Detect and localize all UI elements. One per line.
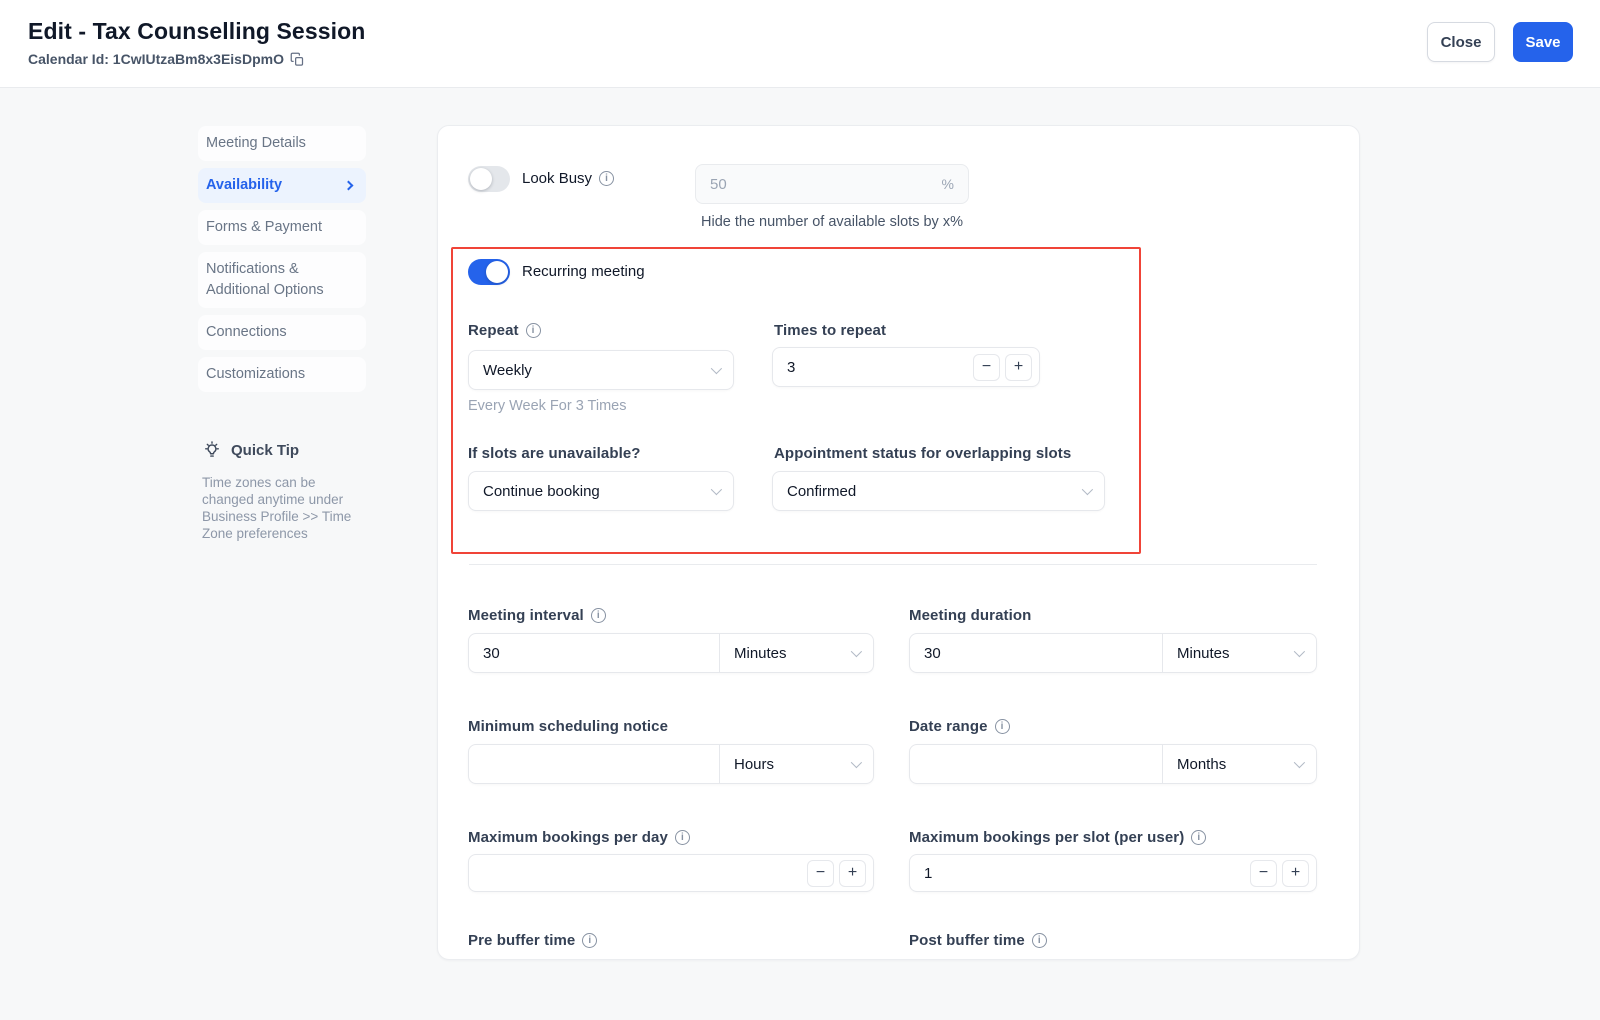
decrement-button[interactable]: − (807, 860, 834, 887)
max-per-day-label: Maximum bookings per day (468, 829, 690, 846)
info-icon[interactable] (1191, 830, 1206, 845)
overlap-status-select[interactable]: Confirmed (772, 471, 1105, 511)
chevron-down-icon (711, 484, 722, 495)
post-buffer-label: Post buffer time (909, 932, 1047, 949)
slots-unavailable-label: If slots are unavailable? (468, 445, 641, 462)
date-range-group: Months (909, 744, 1317, 784)
max-per-day-stepper: − + (468, 854, 874, 892)
calendar-id-text: Calendar Id: 1CwIUtzaBm8x3EisDpmO (28, 51, 284, 67)
sidebar-item-meeting-details[interactable]: Meeting Details (198, 126, 366, 161)
info-icon[interactable] (526, 323, 541, 338)
settings-sidebar: Meeting Details Availability Forms & Pay… (198, 126, 366, 542)
sidebar-item-notifications[interactable]: Notifications & Additional Options (198, 252, 366, 308)
close-button[interactable]: Close (1427, 22, 1495, 62)
look-busy-label: Look Busy (522, 170, 614, 187)
page-header: Edit - Tax Counselling Session Calendar … (0, 0, 1600, 88)
meeting-interval-input[interactable] (469, 634, 719, 672)
recurrence-summary: Every Week For 3 Times (468, 398, 626, 414)
repeat-value: Weekly (483, 362, 532, 379)
increment-button[interactable]: + (839, 860, 866, 887)
look-busy-helper: Hide the number of available slots by x% (695, 214, 969, 230)
times-to-repeat-stepper: − + (772, 347, 1040, 387)
increment-button[interactable]: + (1282, 860, 1309, 887)
meeting-duration-group: Minutes (909, 633, 1317, 673)
recurring-meeting-label: Recurring meeting (522, 263, 645, 280)
availability-panel: Look Busy % Hide the number of available… (437, 125, 1360, 960)
meeting-duration-input[interactable] (910, 634, 1162, 672)
quick-tip-text: Time zones can be changed anytime under … (202, 474, 354, 542)
sidebar-item-label: Forms & Payment (206, 217, 322, 238)
increment-button[interactable]: + (1005, 354, 1032, 381)
info-icon[interactable] (599, 171, 614, 186)
repeat-label: Repeat (468, 322, 541, 339)
date-range-input[interactable] (910, 745, 1162, 783)
info-icon[interactable] (582, 933, 597, 948)
save-button[interactable]: Save (1513, 22, 1573, 62)
info-icon[interactable] (995, 719, 1010, 734)
min-notice-input[interactable] (469, 745, 719, 783)
chevron-down-icon (851, 757, 862, 768)
percent-suffix: % (942, 176, 954, 192)
look-busy-percent-input[interactable] (710, 176, 942, 193)
min-notice-group: Hours (468, 744, 874, 784)
quick-tip: Quick Tip Time zones can be changed anyt… (198, 440, 366, 542)
sidebar-item-label: Customizations (206, 364, 305, 385)
sidebar-item-customizations[interactable]: Customizations (198, 357, 366, 392)
meeting-duration-label: Meeting duration (909, 607, 1031, 624)
meeting-duration-unit-select[interactable]: Minutes (1162, 634, 1316, 672)
toggle-knob (486, 261, 508, 283)
info-icon[interactable] (675, 830, 690, 845)
sidebar-item-connections[interactable]: Connections (198, 315, 366, 350)
pre-buffer-label: Pre buffer time (468, 932, 597, 949)
sidebar-item-label: Connections (206, 322, 287, 343)
chevron-down-icon (1294, 757, 1305, 768)
look-busy-toggle[interactable] (468, 166, 510, 192)
chevron-down-icon (1082, 484, 1093, 495)
min-notice-label: Minimum scheduling notice (468, 718, 668, 735)
chevron-down-icon (851, 646, 862, 657)
info-icon[interactable] (591, 608, 606, 623)
sidebar-item-label: Meeting Details (206, 133, 306, 154)
chevron-down-icon (711, 363, 722, 374)
chevron-down-icon (1294, 646, 1305, 657)
copy-icon[interactable] (290, 52, 305, 67)
meeting-interval-label: Meeting interval (468, 607, 606, 624)
calendar-id: Calendar Id: 1CwIUtzaBm8x3EisDpmO (28, 51, 305, 67)
times-to-repeat-label: Times to repeat (774, 322, 886, 339)
decrement-button[interactable]: − (1250, 860, 1277, 887)
chevron-right-icon (344, 181, 354, 191)
section-divider (469, 564, 1317, 565)
sidebar-item-availability[interactable]: Availability (198, 168, 366, 203)
sidebar-item-forms-payment[interactable]: Forms & Payment (198, 210, 366, 245)
max-per-slot-stepper: − + (909, 854, 1317, 892)
sidebar-item-label: Notifications & Additional Options (206, 259, 358, 301)
info-icon[interactable] (1032, 933, 1047, 948)
lightbulb-icon (202, 440, 222, 460)
quick-tip-title: Quick Tip (231, 442, 299, 459)
slots-unavailable-select[interactable]: Continue booking (468, 471, 734, 511)
overlap-status-value: Confirmed (787, 483, 856, 500)
recurring-meeting-toggle[interactable] (468, 259, 510, 285)
max-per-slot-label: Maximum bookings per slot (per user) (909, 829, 1206, 846)
max-per-day-input[interactable] (483, 865, 802, 882)
max-per-slot-input[interactable] (924, 865, 1245, 882)
overlap-status-label: Appointment status for overlapping slots (774, 445, 1071, 462)
min-notice-unit-select[interactable]: Hours (719, 745, 873, 783)
times-to-repeat-input[interactable] (787, 359, 968, 376)
slots-unavailable-value: Continue booking (483, 483, 600, 500)
meeting-interval-unit-select[interactable]: Minutes (719, 634, 873, 672)
toggle-knob (470, 168, 492, 190)
repeat-select[interactable]: Weekly (468, 350, 734, 390)
date-range-unit-select[interactable]: Months (1162, 745, 1316, 783)
meeting-interval-group: Minutes (468, 633, 874, 673)
page-title: Edit - Tax Counselling Session (28, 18, 365, 45)
decrement-button[interactable]: − (973, 354, 1000, 381)
look-busy-percent-field: % (695, 164, 969, 204)
date-range-label: Date range (909, 718, 1010, 735)
sidebar-item-label: Availability (206, 175, 282, 196)
